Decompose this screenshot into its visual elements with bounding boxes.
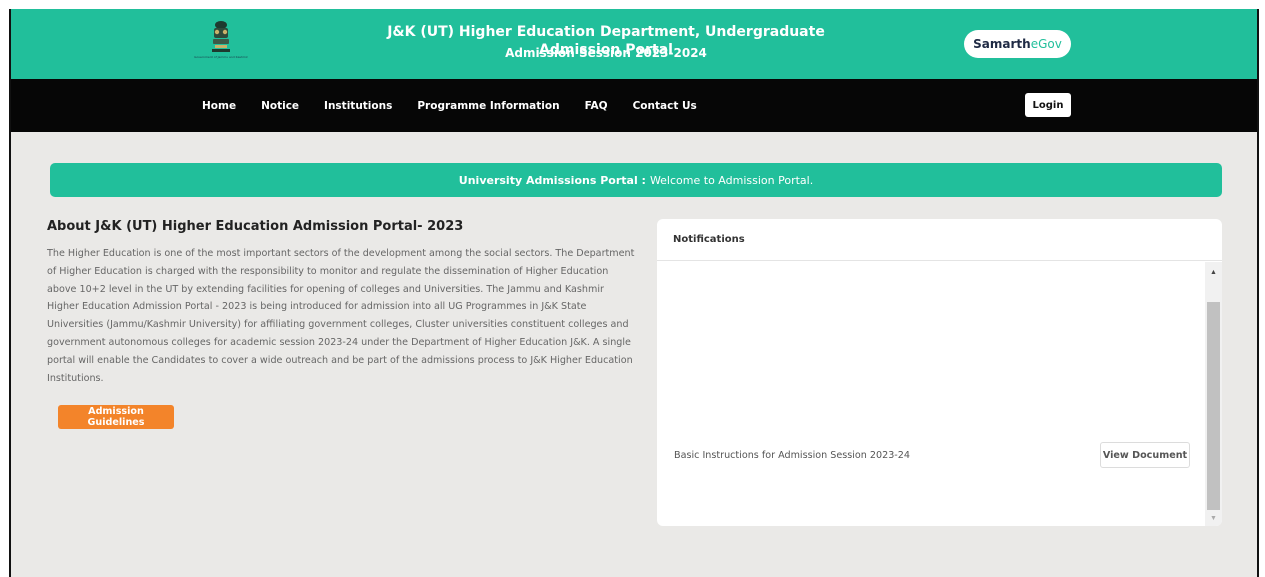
nav-contact-us[interactable]: Contact Us (633, 100, 697, 112)
banner-title: University Admissions Portal : (458, 173, 646, 187)
notification-text: Basic Instructions for Admission Session… (674, 449, 910, 461)
portal-subtitle: Admission Session 2023-2024 (505, 46, 707, 60)
emblem-icon (212, 21, 230, 52)
nav-programme-information[interactable]: Programme Information (417, 100, 559, 112)
about-section: About J&K (UT) Higher Education Admissio… (47, 219, 637, 387)
login-button[interactable]: Login (1025, 93, 1071, 117)
emblem-caption: Government of Jammu and Kashmir (194, 55, 248, 59)
view-document-button[interactable]: View Document (1100, 442, 1190, 468)
nav-links: Home Notice Institutions Programme Infor… (202, 79, 722, 132)
header-bar: Government of Jammu and Kashmir J&K (UT)… (11, 9, 1257, 79)
banner-message: Welcome to Admission Portal. (649, 173, 814, 187)
scroll-thumb[interactable] (1207, 302, 1220, 510)
brand-name-part1: Samarth (973, 37, 1031, 51)
nav-faq[interactable]: FAQ (585, 100, 608, 112)
about-description: The Higher Education is one of the most … (47, 248, 635, 384)
page-frame: Government of Jammu and Kashmir J&K (UT)… (9, 9, 1259, 577)
main-navigation: Home Notice Institutions Programme Infor… (11, 79, 1257, 132)
scroll-down-arrow-icon[interactable]: ▼ (1205, 510, 1222, 526)
notifications-list: Basic Instructions for Admission Session… (657, 262, 1205, 526)
brand-name-part2: eGov (1030, 37, 1062, 51)
nav-home[interactable]: Home (202, 100, 236, 112)
samarth-egov-logo[interactable]: Samarth eGov (964, 30, 1071, 58)
government-emblem: Government of Jammu and Kashmir (191, 19, 251, 69)
welcome-banner: University Admissions Portal : Welcome t… (50, 163, 1222, 197)
notifications-panel: Notifications Basic Instructions for Adm… (657, 219, 1222, 526)
about-heading: About J&K (UT) Higher Education Admissio… (47, 219, 464, 234)
nav-notice[interactable]: Notice (261, 100, 299, 112)
notifications-heading: Notifications (657, 219, 1222, 261)
notifications-scrollbar[interactable]: ▲ ▼ (1205, 262, 1222, 526)
scroll-up-arrow-icon[interactable]: ▲ (1205, 264, 1222, 280)
admission-guidelines-button[interactable]: Admission Guidelines (58, 405, 174, 429)
nav-institutions[interactable]: Institutions (324, 100, 392, 112)
notification-item: Basic Instructions for Admission Session… (674, 442, 1190, 468)
